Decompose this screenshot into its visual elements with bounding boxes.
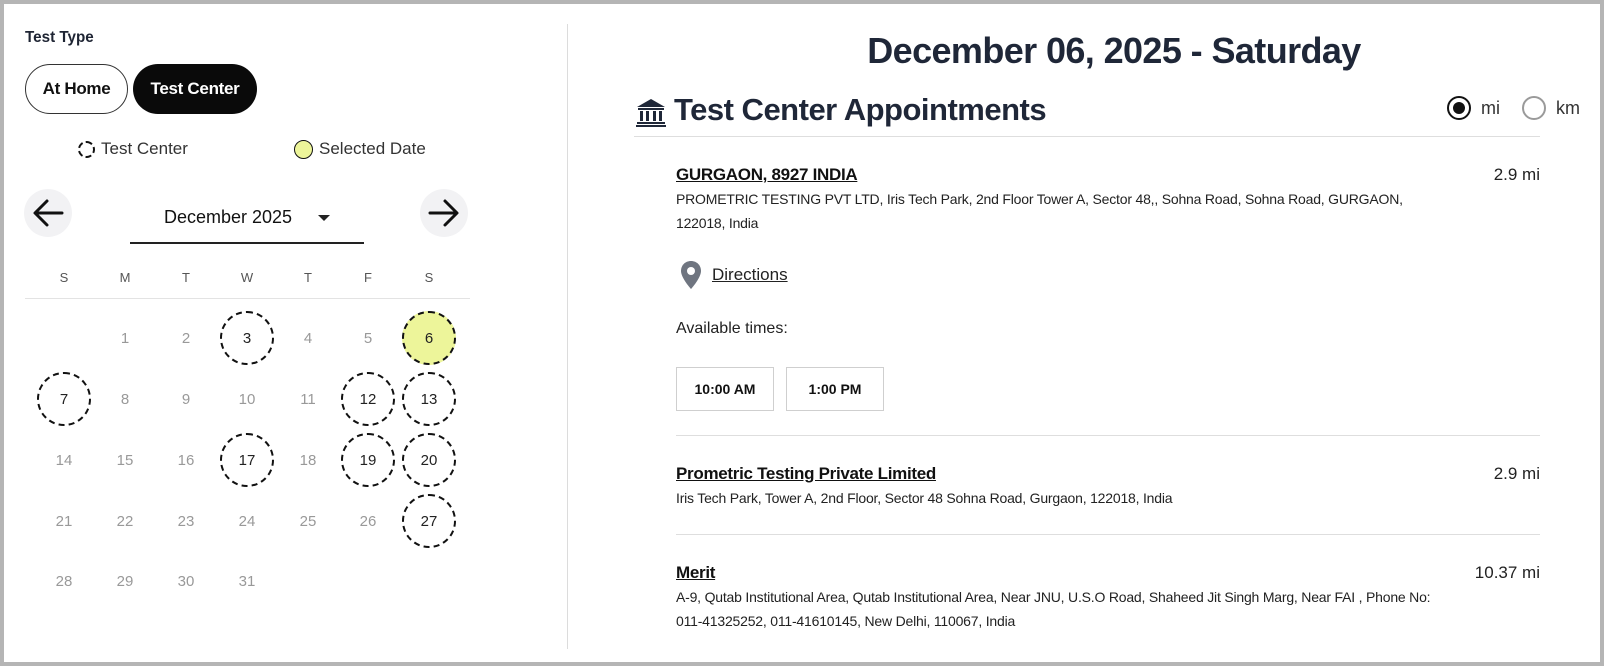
selected-circle-icon bbox=[294, 139, 313, 159]
center-address: A-9, Qutab Institutional Area, Qutab Ins… bbox=[676, 589, 1431, 629]
weekday-label: S bbox=[59, 270, 69, 285]
row-divider bbox=[676, 534, 1540, 535]
weekday-label: F bbox=[364, 270, 372, 285]
weekday-label: M bbox=[119, 270, 131, 285]
calendar-day: 22 bbox=[116, 512, 134, 530]
center-distance: 10.37 mi bbox=[1474, 563, 1540, 582]
calendar-day: 2 bbox=[181, 329, 191, 347]
calendar-day: 29 bbox=[116, 572, 134, 590]
bank-icon bbox=[635, 96, 667, 133]
legend-test-center: Test Center bbox=[78, 139, 188, 159]
calendar-day: 28 bbox=[55, 572, 73, 590]
calendar-day[interactable]: 3 bbox=[220, 311, 274, 365]
month-dropdown[interactable]: December 2025 bbox=[130, 192, 364, 244]
calendar-day[interactable]: 17 bbox=[220, 433, 274, 487]
calendar-day[interactable]: 12 bbox=[341, 372, 395, 426]
center-name[interactable]: Prometric Testing Private Limited bbox=[676, 464, 936, 484]
appointments-panel: December 06, 2025 - Saturday Test Center… bbox=[624, 14, 1584, 654]
weekday-label: T bbox=[304, 270, 312, 285]
directions-link[interactable]: Directions bbox=[680, 260, 788, 290]
calendar-day[interactable]: 7 bbox=[37, 372, 91, 426]
test-type-label: Test Type bbox=[25, 29, 94, 46]
legend-selected-date-label: Selected Date bbox=[319, 139, 426, 158]
available-times-label: Available times: bbox=[676, 320, 788, 337]
calendar-day[interactable]: 19 bbox=[341, 433, 395, 487]
time-slot-button[interactable]: 1:00 PM bbox=[786, 367, 884, 411]
center-distance: 2.9 mi bbox=[1493, 165, 1540, 184]
calendar-day: 31 bbox=[238, 572, 256, 590]
unit-toggle: mi km bbox=[1447, 96, 1580, 120]
section-title: Test Center Appointments bbox=[674, 92, 1047, 127]
section-divider bbox=[634, 136, 1540, 137]
dashed-circle-icon bbox=[78, 140, 95, 158]
caret-down-icon bbox=[318, 215, 331, 221]
calendar-day: 1 bbox=[120, 329, 130, 347]
date-heading: December 06, 2025 - Saturday bbox=[867, 30, 1361, 71]
month-label: December 2025 bbox=[163, 206, 293, 227]
calendar-day[interactable]: 20 bbox=[402, 433, 456, 487]
test-center-button[interactable]: Test Center bbox=[133, 64, 257, 114]
page-frame: Test Type At Home Test Center Test Cente… bbox=[0, 0, 1604, 666]
radio-mi-label: mi bbox=[1481, 97, 1500, 118]
center-address: PROMETRIC TESTING PVT LTD, Iris Tech Par… bbox=[676, 191, 1403, 231]
next-month-button[interactable] bbox=[420, 189, 468, 237]
radio-mi[interactable] bbox=[1447, 96, 1471, 120]
time-slot-button[interactable]: 10:00 AM bbox=[676, 367, 774, 411]
radio-km-label: km bbox=[1556, 97, 1580, 118]
calendar-day: 30 bbox=[177, 572, 195, 590]
row-divider bbox=[676, 435, 1540, 436]
calendar-day: 9 bbox=[181, 390, 191, 408]
panel-divider bbox=[567, 24, 568, 649]
calendar-day: 11 bbox=[300, 390, 316, 408]
map-pin-icon bbox=[681, 261, 701, 289]
arrow-right-icon bbox=[428, 199, 459, 227]
legend-selected-date: Selected Date bbox=[294, 139, 426, 159]
calendar-day: 21 bbox=[55, 512, 73, 530]
prev-month-button[interactable] bbox=[24, 189, 72, 237]
calendar-day[interactable]: 27 bbox=[402, 494, 456, 548]
calendar-day: 14 bbox=[55, 451, 73, 469]
calendar-day-selected[interactable]: 6 bbox=[402, 311, 456, 365]
calendar-day: 16 bbox=[177, 451, 195, 469]
at-home-button[interactable]: At Home bbox=[25, 64, 128, 114]
arrow-left-icon bbox=[33, 199, 64, 227]
calendar-day: 8 bbox=[120, 390, 130, 408]
calendar-day: 4 bbox=[303, 329, 313, 347]
center-address: Iris Tech Park, Tower A, 2nd Floor, Sect… bbox=[676, 490, 1173, 506]
center-name[interactable]: GURGAON, 8927 INDIA bbox=[676, 165, 858, 185]
radio-km[interactable] bbox=[1522, 96, 1546, 120]
calendar-day: 18 bbox=[299, 451, 317, 469]
legend-test-center-label: Test Center bbox=[101, 139, 188, 158]
weekday-label: W bbox=[240, 270, 254, 285]
weekday-label: S bbox=[424, 270, 434, 285]
calendar-day[interactable]: 13 bbox=[402, 372, 456, 426]
calendar-day: 24 bbox=[238, 512, 256, 530]
weekday-label: T bbox=[182, 270, 190, 285]
center-name[interactable]: Merit bbox=[676, 563, 715, 583]
calendar-day: 5 bbox=[363, 329, 373, 347]
weekday-divider bbox=[25, 298, 470, 299]
calendar-day: 25 bbox=[299, 512, 317, 530]
calendar-day: 23 bbox=[177, 512, 195, 530]
calendar-day: 10 bbox=[238, 390, 256, 408]
calendar-day: 15 bbox=[116, 451, 134, 469]
directions-label: Directions bbox=[712, 265, 788, 284]
center-distance: 2.9 mi bbox=[1493, 464, 1540, 483]
calendar-day: 26 bbox=[359, 512, 377, 530]
